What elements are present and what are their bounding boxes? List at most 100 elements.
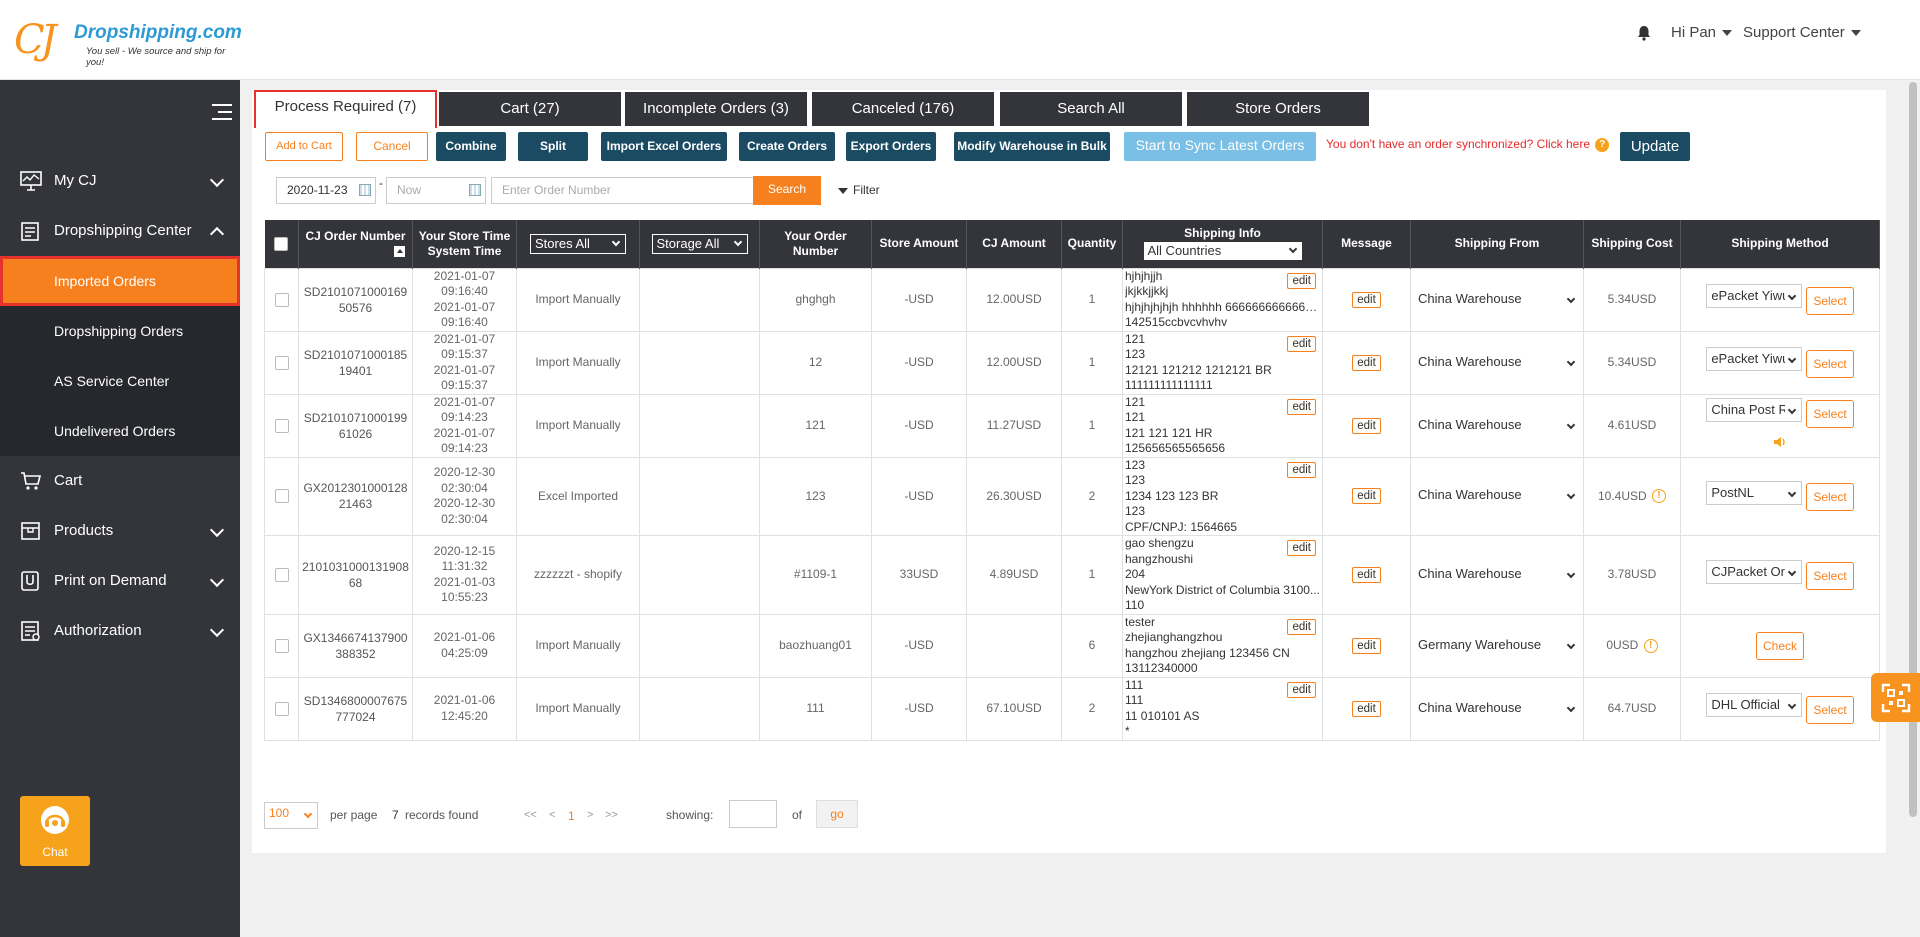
sidebar-item-authorization[interactable]: Authorization: [0, 606, 240, 656]
shipping-from-select[interactable]: China Warehouse: [1414, 287, 1580, 312]
chat-button[interactable]: Chat: [20, 796, 90, 866]
select-method-button[interactable]: Select: [1806, 561, 1854, 590]
update-button[interactable]: Update: [1620, 132, 1690, 161]
cj-order-number[interactable]: GX1346674137900388352: [298, 613, 413, 678]
edit-shipping-button[interactable]: edit: [1287, 681, 1316, 698]
edit-message-button[interactable]: edit: [1352, 566, 1381, 583]
bell-icon[interactable]: [1637, 25, 1651, 41]
sort-icon[interactable]: [394, 245, 405, 257]
cj-order-header[interactable]: CJ Order Number: [298, 220, 413, 268]
tab-canceled[interactable]: Canceled (176): [812, 92, 994, 126]
edit-message-button[interactable]: edit: [1352, 488, 1381, 505]
add-to-cart-button[interactable]: Add to Cart: [265, 132, 343, 161]
search-button[interactable]: Search: [753, 176, 821, 205]
cancel-button[interactable]: Cancel: [356, 132, 428, 161]
sidebar-item-cart[interactable]: Cart: [0, 456, 240, 506]
shipping-method-select[interactable]: ePacket Yiwu: [1706, 284, 1803, 309]
edit-shipping-button[interactable]: edit: [1287, 272, 1316, 289]
sidebar-item-dropshipping-center[interactable]: Dropshipping Center: [0, 206, 240, 256]
shipping-from-select[interactable]: China Warehouse: [1414, 350, 1580, 375]
cj-order-number[interactable]: SD210107100016950576: [298, 267, 413, 332]
shipping-method-select[interactable]: DHL Official: [1706, 693, 1803, 718]
row-checkbox[interactable]: [274, 638, 289, 653]
edit-shipping-button[interactable]: edit: [1287, 398, 1316, 415]
next-page-button[interactable]: >: [587, 809, 593, 821]
select-all-checkbox[interactable]: [274, 237, 289, 252]
edit-message-button[interactable]: edit: [1352, 354, 1381, 371]
import-excel-orders-button[interactable]: Import Excel Orders: [601, 132, 727, 161]
edit-shipping-button[interactable]: edit: [1287, 335, 1316, 352]
shipping-method-select[interactable]: ePacket Yiwu: [1706, 347, 1803, 372]
row-checkbox[interactable]: [274, 567, 289, 582]
shipping-from-select[interactable]: China Warehouse: [1414, 484, 1580, 509]
sound-icon[interactable]: [1681, 436, 1879, 453]
shipping-method-select[interactable]: CJPacket Ordinary: [1706, 559, 1803, 584]
export-orders-button[interactable]: Export Orders: [846, 132, 936, 161]
shipping-from-select[interactable]: Germany Warehouse: [1414, 633, 1580, 658]
cj-order-number[interactable]: SD210107100019961026: [298, 393, 413, 458]
row-checkbox[interactable]: [274, 489, 289, 504]
shipping-from-select[interactable]: China Warehouse: [1414, 413, 1580, 438]
check-button[interactable]: Check: [1755, 631, 1804, 660]
row-checkbox[interactable]: [274, 418, 289, 433]
qr-code-button[interactable]: [1871, 673, 1920, 722]
edit-message-button[interactable]: edit: [1352, 417, 1381, 434]
tab-search-all[interactable]: Search All: [1000, 92, 1182, 126]
filter-toggle[interactable]: Filter: [838, 183, 880, 197]
sidebar-item-print-on-demand[interactable]: Print on Demand: [0, 556, 240, 606]
prev-page-button[interactable]: <: [549, 809, 555, 821]
select-method-button[interactable]: Select: [1806, 400, 1854, 429]
sidebar-item-as-service-center[interactable]: AS Service Center: [0, 356, 240, 406]
modify-warehouse-bulk-button[interactable]: Modify Warehouse in Bulk: [954, 132, 1110, 161]
current-page[interactable]: 1: [568, 809, 575, 823]
last-page-button[interactable]: >>: [605, 809, 618, 821]
tab-store-orders[interactable]: Store Orders: [1187, 92, 1369, 126]
select-method-button[interactable]: Select: [1806, 483, 1854, 512]
sidebar-item-imported-orders[interactable]: Imported Orders: [0, 256, 240, 306]
sidebar-item-undelivered-orders[interactable]: Undelivered Orders: [0, 406, 240, 456]
edit-shipping-button[interactable]: edit: [1287, 461, 1316, 478]
date-from-input[interactable]: 2020-11-23: [276, 177, 376, 204]
combine-button[interactable]: Combine: [436, 132, 506, 161]
shipping-from-select[interactable]: China Warehouse: [1414, 562, 1580, 587]
stores-filter-select[interactable]: Stores All: [530, 233, 626, 254]
select-method-button[interactable]: Select: [1806, 286, 1854, 315]
edit-shipping-button[interactable]: edit: [1287, 618, 1316, 635]
edit-shipping-button[interactable]: edit: [1287, 540, 1316, 556]
tab-cart[interactable]: Cart (27): [439, 92, 621, 126]
user-menu[interactable]: Hi Pan: [1671, 24, 1733, 41]
row-checkbox[interactable]: [274, 355, 289, 370]
cj-logo[interactable]: CJ Dropshipping.com You sell - We source…: [14, 18, 242, 68]
cj-order-number[interactable]: GX201230100012821463: [298, 456, 413, 536]
sidebar-item-products[interactable]: Products: [0, 506, 240, 556]
create-orders-button[interactable]: Create Orders: [739, 132, 835, 161]
warning-icon[interactable]: !: [1643, 638, 1658, 653]
order-number-input[interactable]: Enter Order Number: [491, 177, 754, 204]
hamburger-icon[interactable]: [212, 104, 232, 120]
storage-filter-select[interactable]: Storage All: [651, 233, 748, 254]
sync-hint-link[interactable]: You don't have an order synchronized? Cl…: [1326, 137, 1610, 152]
shipping-method-select[interactable]: PostNL: [1706, 481, 1803, 506]
date-to-input[interactable]: Now: [386, 177, 486, 204]
cj-order-number[interactable]: 210103100013190868: [298, 535, 413, 615]
support-menu[interactable]: Support Center: [1743, 24, 1861, 41]
edit-message-button[interactable]: edit: [1352, 291, 1381, 308]
row-checkbox[interactable]: [274, 292, 289, 307]
select-method-button[interactable]: Select: [1806, 349, 1854, 378]
row-checkbox[interactable]: [274, 701, 289, 716]
cj-order-number[interactable]: SD210107100018519401: [298, 330, 413, 395]
shipping-method-select[interactable]: China Post Registered: [1706, 398, 1803, 423]
sidebar-item-my-cj[interactable]: My CJ: [0, 156, 240, 206]
tab-process-required[interactable]: Process Required (7): [254, 90, 437, 128]
select-method-button[interactable]: Select: [1806, 695, 1854, 724]
tab-incomplete-orders[interactable]: Incomplete Orders (3): [625, 92, 807, 126]
per-page-select[interactable]: 100: [264, 802, 318, 829]
page-scrollbar[interactable]: [1906, 80, 1920, 937]
warning-icon[interactable]: !: [1652, 489, 1667, 504]
sidebar-item-dropshipping-orders[interactable]: Dropshipping Orders: [0, 306, 240, 356]
edit-message-button[interactable]: edit: [1352, 637, 1381, 654]
first-page-button[interactable]: <<: [524, 809, 537, 821]
cj-order-number[interactable]: SD1346800007675777024: [298, 676, 413, 741]
countries-filter-select[interactable]: All Countries: [1142, 241, 1303, 262]
page-jump-input[interactable]: [729, 800, 777, 828]
